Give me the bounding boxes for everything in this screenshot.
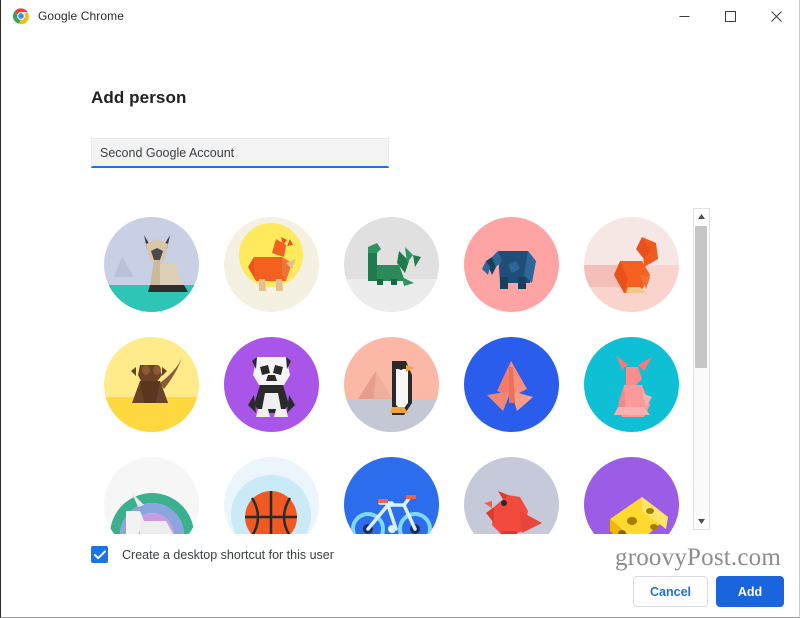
avatar-fox[interactable]: [211, 204, 331, 324]
avatar-fox-image: [223, 216, 319, 312]
scrollbar-track[interactable]: [694, 224, 709, 514]
desktop-shortcut-label[interactable]: Create a desktop shortcut for this user: [122, 548, 334, 562]
scroll-up-button[interactable]: [694, 209, 709, 224]
avatar-butterfly[interactable]: [451, 324, 571, 444]
scroll-down-button[interactable]: [694, 514, 709, 529]
chrome-window: Google Chrome Add person Second Google A…: [0, 0, 800, 618]
avatar-squirrel[interactable]: [571, 204, 691, 324]
avatar-squirrel-image: [583, 216, 679, 312]
window-title: Google Chrome: [38, 9, 125, 23]
avatar-cat-image: [103, 216, 199, 312]
chevron-down-icon: [698, 519, 705, 524]
avatar-bird-image: [463, 456, 559, 534]
page-title: Add person: [91, 88, 187, 107]
avatar-cheese-image: [583, 456, 679, 534]
avatar-unicorn-image: [103, 456, 199, 534]
avatar-rabbit-image: [583, 336, 679, 432]
chevron-up-icon: [698, 214, 705, 219]
avatar-elephant-image: [463, 216, 559, 312]
dialog-actions: Cancel Add: [633, 576, 784, 607]
avatar-basketball-image: [223, 456, 319, 534]
avatar-grid-scrollbar[interactable]: [693, 208, 710, 530]
cancel-button[interactable]: Cancel: [633, 576, 708, 607]
checkmark-icon: [93, 549, 106, 559]
close-button[interactable]: [753, 0, 799, 32]
window-controls: [661, 0, 799, 32]
minimize-icon: [679, 15, 689, 17]
avatar-monkey-image: [103, 336, 199, 432]
minimize-button[interactable]: [661, 0, 707, 32]
avatar-rabbit[interactable]: [571, 324, 691, 444]
avatar-monkey[interactable]: [91, 324, 211, 444]
profile-name-input[interactable]: [91, 138, 389, 168]
avatar-cheese[interactable]: [571, 444, 691, 534]
watermark: groovyPost.com: [615, 544, 781, 571]
title-bar: Google Chrome: [1, 0, 799, 33]
avatar-bicycle-image: [343, 456, 439, 534]
desktop-shortcut-checkbox[interactable]: [91, 546, 108, 563]
avatar-panda[interactable]: [211, 324, 331, 444]
avatar-grid: [91, 204, 691, 534]
avatar-butterfly-image: [463, 336, 559, 432]
maximize-button[interactable]: [707, 0, 753, 32]
desktop-shortcut-row: Create a desktop shortcut for this user: [91, 546, 334, 563]
add-button[interactable]: Add: [716, 576, 784, 607]
title-bar-left: Google Chrome: [1, 8, 661, 24]
avatar-dinosaur[interactable]: [331, 204, 451, 324]
avatar-panda-image: [223, 336, 319, 432]
avatar-unicorn[interactable]: [91, 444, 211, 534]
maximize-icon: [724, 10, 736, 22]
chrome-logo-icon: [13, 8, 29, 24]
scrollbar-thumb[interactable]: [695, 226, 707, 368]
avatar-basketball[interactable]: [211, 444, 331, 534]
avatar-bicycle[interactable]: [331, 444, 451, 534]
close-icon: [770, 10, 782, 22]
avatar-bird[interactable]: [451, 444, 571, 534]
profile-name-field-wrapper: [91, 138, 389, 168]
avatar-cat[interactable]: [91, 204, 211, 324]
avatar-grid-viewport: [91, 204, 710, 534]
avatar-penguin[interactable]: [331, 324, 451, 444]
avatar-elephant[interactable]: [451, 204, 571, 324]
avatar-dinosaur-image: [343, 216, 439, 312]
avatar-penguin-image: [343, 336, 439, 432]
add-person-dialog: Add person Second Google Account Create …: [1, 32, 799, 617]
